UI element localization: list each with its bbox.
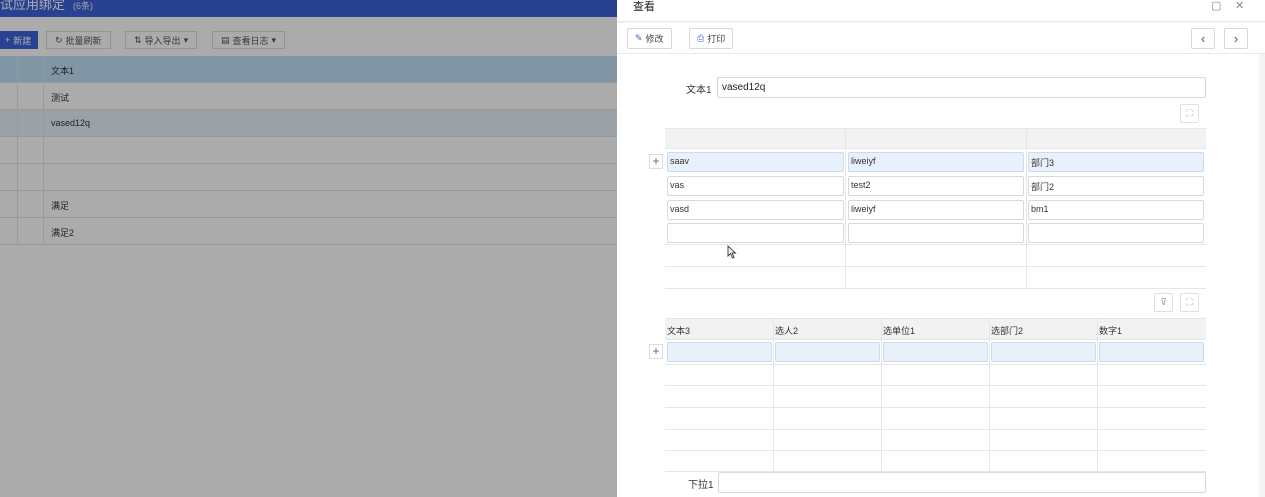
add-row-button[interactable]: + <box>649 344 663 359</box>
subtable-2: 文本3 选人2 选单位1 选部门2 数字1 <box>665 318 1206 472</box>
subtable-2-col-number1: 数字1 <box>1099 326 1123 336</box>
column-divider <box>845 129 846 289</box>
record-form: 文本1 ⛶ saav liweiyf 部门3 vas test2 部门2 vas… <box>617 54 1259 497</box>
subtable-1-cell[interactable]: test2 <box>848 176 1024 196</box>
row-divider <box>665 407 1206 408</box>
subtable-1-cell[interactable] <box>667 223 844 243</box>
previous-record-button[interactable]: ‹ <box>1191 28 1215 49</box>
maximize-icon[interactable]: ▢ <box>1211 0 1221 12</box>
view-drawer: 查看 ▢ ✕ ✎ 修改 ⎙ 打印 ‹ › 文本1 ⛶ <box>617 0 1265 497</box>
printer-icon: ⎙ <box>697 33 705 43</box>
plus-icon: + <box>652 344 660 358</box>
subtable-1-cell[interactable]: saav <box>667 152 844 172</box>
add-row-button[interactable]: + <box>649 154 663 169</box>
dropdown1-field[interactable] <box>718 472 1206 493</box>
edit-button-label: 修改 <box>645 34 664 44</box>
row-divider <box>665 266 1206 267</box>
next-record-button[interactable]: › <box>1224 28 1248 49</box>
subtable-1: saav liweiyf 部门3 vas test2 部门2 vasd liwe… <box>665 128 1206 289</box>
subtable-1-cell[interactable] <box>848 223 1024 243</box>
plus-icon: + <box>652 154 660 168</box>
row-divider <box>665 450 1206 451</box>
text1-field[interactable] <box>717 77 1206 98</box>
pencil-icon: ✎ <box>635 33 643 43</box>
print-button-label: 打印 <box>707 34 726 44</box>
subtable-2-cell[interactable] <box>883 342 988 362</box>
subtable-2-cell[interactable] <box>775 342 880 362</box>
subtable-1-header <box>665 129 1206 149</box>
subtable-2-header: 文本3 选人2 选单位1 选部门2 数字1 <box>665 319 1206 340</box>
subtable-1-cell[interactable] <box>1028 223 1204 243</box>
row-divider <box>665 244 1206 245</box>
subtable-2-cell[interactable] <box>667 342 772 362</box>
column-divider <box>1026 129 1027 289</box>
subtable-2-col-dept2: 选部门2 <box>991 326 1024 336</box>
subtable-1-cell[interactable]: vas <box>667 176 844 196</box>
subtable-2-cell[interactable] <box>991 342 1096 362</box>
subtable-1-cell[interactable]: 部门2 <box>1028 176 1204 196</box>
subtable-1-cell[interactable]: liweiyf <box>848 152 1024 172</box>
subtable-1-cell[interactable]: bm1 <box>1028 200 1204 220</box>
subtable-1-cell[interactable]: liweiyf <box>848 200 1024 220</box>
drawer-title: 查看 <box>633 1 655 13</box>
chevron-right-icon: › <box>1233 31 1239 46</box>
subtable-2-col-unit1: 选单位1 <box>883 326 916 336</box>
row-divider <box>665 364 1206 365</box>
subtable-2-col-text3: 文本3 <box>667 326 691 336</box>
filter-icon[interactable]: ⊽ <box>1154 293 1173 312</box>
mouse-cursor-icon <box>727 245 737 259</box>
edit-button[interactable]: ✎ 修改 <box>627 28 672 49</box>
chevron-left-icon: ‹ <box>1200 31 1206 46</box>
row-divider <box>665 385 1206 386</box>
modal-overlay[interactable] <box>0 0 617 497</box>
drawer-titlebar: 查看 ▢ ✕ <box>617 0 1265 22</box>
close-icon[interactable]: ✕ <box>1235 0 1244 12</box>
subtable-2-cell[interactable] <box>1099 342 1204 362</box>
row-divider <box>665 429 1206 430</box>
subtable-1-cell[interactable]: vasd <box>667 200 844 220</box>
drawer-toolbar: ✎ 修改 ⎙ 打印 ‹ › <box>617 23 1265 54</box>
text1-label: 文本1 <box>686 85 712 96</box>
background-list-page: 试应用绑定 (6条) + 新建 ↻ 批量刷新 ⇅ 导入导出 ▾ ▤ 查看日志 ▾ 文本1 测试… <box>0 0 617 497</box>
expand-icon[interactable]: ⛶ <box>1180 104 1199 123</box>
print-button[interactable]: ⎙ 打印 <box>689 28 734 49</box>
row-divider <box>665 288 1206 289</box>
subtable-1-cell[interactable]: 部门3 <box>1028 152 1204 172</box>
dropdown1-label: 下拉1 <box>688 480 714 491</box>
subtable-2-col-person2: 选人2 <box>775 326 799 336</box>
expand-icon[interactable]: ⛶ <box>1180 293 1199 312</box>
